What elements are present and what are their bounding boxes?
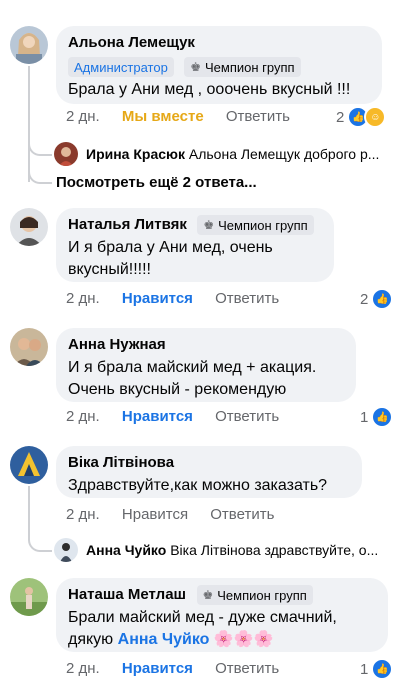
comment-text: Здравствуйте,как можно заказать? <box>68 477 328 494</box>
reply-preview[interactable]: Анна Чуйко Віка Літвінова здравствуйте, … <box>86 542 392 558</box>
trophy-icon: ♚ <box>203 218 215 232</box>
comment-text: И я брала у Ани мед, очень вкусный!!!!! <box>68 239 273 278</box>
reply-button[interactable]: Ответить <box>215 290 279 307</box>
comment-time[interactable]: 2 дн. <box>66 408 100 425</box>
comment-text: И я брала майский мед + акация. Очень вк… <box>68 359 317 398</box>
comment-time[interactable]: 2 дн. <box>66 506 100 523</box>
comment-bubble: Анна Нужная И я брала майский мед + акац… <box>56 328 356 402</box>
care-icon: ☺ <box>364 106 387 128</box>
avatar[interactable] <box>10 578 48 616</box>
reply-button[interactable]: Ответить <box>215 408 279 425</box>
reaction-count: 1 <box>360 660 369 678</box>
trophy-icon: ♚ <box>202 588 214 602</box>
reaction-count: 1 <box>360 408 369 426</box>
reactions[interactable]: 2 👍 ☺ <box>336 106 387 128</box>
thread-line <box>28 486 30 536</box>
comment-bubble: Наташа Метлаш ♚ Чемпион групп Брали майск… <box>56 578 388 652</box>
fan-badge-label: Чемпион групп <box>218 217 308 233</box>
thread-line <box>28 66 30 182</box>
thread-connector <box>28 168 52 184</box>
like-button[interactable]: Нравится <box>122 506 188 523</box>
fan-badge-label: Чемпион групп <box>217 587 307 603</box>
avatar[interactable] <box>10 26 48 64</box>
comment-actions: 2 дн. Нравится Ответить <box>66 290 297 307</box>
like-icon: 👍 <box>371 406 394 428</box>
comment-author[interactable]: Наталья Литвяк <box>68 215 187 235</box>
fan-badge: ♚ Чемпион групп <box>197 215 314 235</box>
like-icon: 👍 <box>371 658 394 680</box>
avatar[interactable] <box>54 538 78 562</box>
reply-text: Альона Лемещук доброго р... <box>188 146 380 162</box>
flower-emoji: 🌸🌸🌸 <box>213 631 274 648</box>
comment-bubble: Наталья Литвяк ♚ Чемпион групп И я брала … <box>56 208 334 282</box>
fan-badge-label: Чемпион групп <box>205 59 295 75</box>
like-button[interactable]: Нравится <box>122 660 193 677</box>
reactions[interactable]: 2 👍 <box>360 288 394 310</box>
comment-actions: 2 дн. Нравится Ответить <box>66 408 297 425</box>
like-icon: 👍 <box>371 288 394 310</box>
fan-badge: ♚ Чемпион групп <box>184 57 301 77</box>
admin-badge: Администратор <box>68 57 174 77</box>
reactions[interactable]: 1 👍 <box>360 406 394 428</box>
reply-author[interactable]: Анна Чуйко <box>86 542 166 558</box>
reply-preview[interactable]: Ирина Красюк Альона Лемещук доброго р... <box>86 146 392 162</box>
thread-connector <box>28 530 52 552</box>
reactions[interactable]: 1 👍 <box>360 658 394 680</box>
more-replies-link[interactable]: Посмотреть ещё 2 ответа... <box>56 174 257 191</box>
comment-author[interactable]: Анна Нужная <box>68 335 166 355</box>
trophy-icon: ♚ <box>190 60 202 74</box>
comment-actions: 2 дн. Нравится Ответить <box>66 660 297 677</box>
comment-author[interactable]: Альона Лемещук <box>68 33 195 53</box>
reply-button[interactable]: Ответить <box>226 108 290 125</box>
avatar[interactable] <box>10 328 48 366</box>
comment-actions: 2 дн. Нравится Ответить <box>66 506 292 523</box>
comment-bubble: Альона Лемещук Администратор ♚ Чемпион гр… <box>56 26 382 104</box>
together-button[interactable]: Мы вместе <box>122 108 204 125</box>
reaction-count: 2 <box>336 108 345 126</box>
comment-text: Брали майский мед - дуже смачний, дякую … <box>68 607 376 651</box>
fan-badge: ♚ Чемпион групп <box>196 585 313 605</box>
mention-link[interactable]: Анна Чуйко <box>118 631 210 648</box>
reply-author[interactable]: Ирина Красюк <box>86 146 185 162</box>
comment-text: Брала у Ани мед , ооочень вкусный !!! <box>68 81 351 98</box>
comment-author[interactable]: Віка Літвінова <box>68 453 174 473</box>
avatar[interactable] <box>10 208 48 246</box>
like-button[interactable]: Нравится <box>122 408 193 425</box>
comment-time[interactable]: 2 дн. <box>66 108 100 125</box>
comment-actions: 2 дн. Мы вместе Ответить <box>66 108 308 125</box>
reply-button[interactable]: Ответить <box>210 506 274 523</box>
reply-text: Віка Літвінова здравствуйте, о... <box>170 542 379 558</box>
avatar[interactable] <box>54 142 78 166</box>
avatar[interactable] <box>10 446 48 484</box>
comment-bubble: Віка Літвінова Здравствуйте,как можно за… <box>56 446 362 498</box>
like-button[interactable]: Нравится <box>122 290 193 307</box>
comment-time[interactable]: 2 дн. <box>66 290 100 307</box>
thread-connector <box>28 140 52 156</box>
comment-author[interactable]: Наташа Метлаш <box>68 585 186 605</box>
reaction-count: 2 <box>360 290 369 308</box>
reply-button[interactable]: Ответить <box>215 660 279 677</box>
comment-time[interactable]: 2 дн. <box>66 660 100 677</box>
